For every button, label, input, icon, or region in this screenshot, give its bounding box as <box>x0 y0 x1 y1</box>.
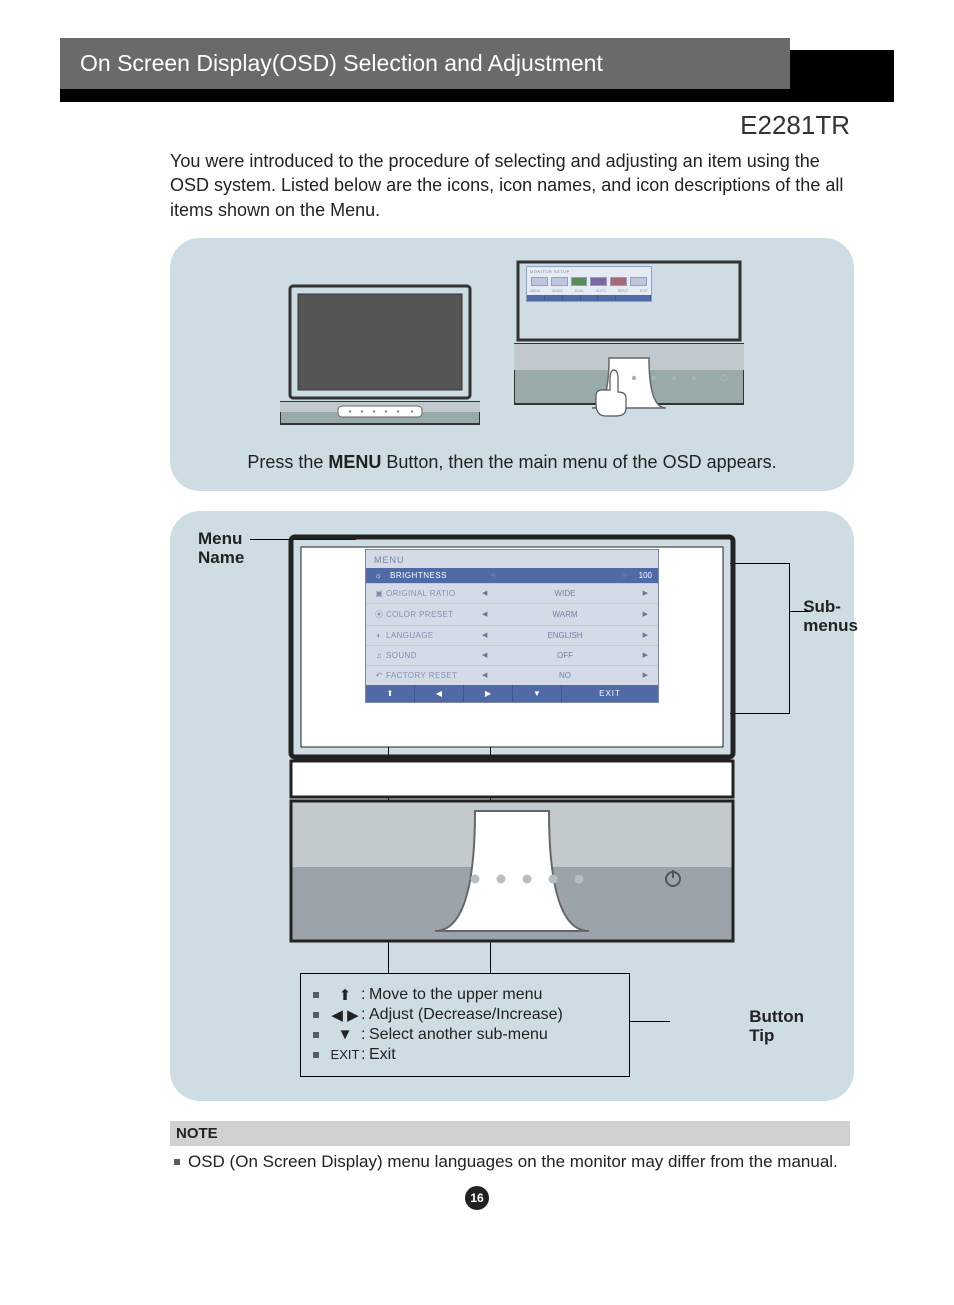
mini-osd-label: DUAL <box>575 289 584 293</box>
button-tip-box: ⬆ : Move to the upper menu ◀ ▶ : Adjust … <box>300 973 630 1077</box>
tip-row: EXIT : Exit <box>313 1046 617 1064</box>
monitor-illustration-zoom: MONITOR SETUP MENU MODE DUAL AUTO INPUT … <box>514 258 744 438</box>
page-number: 16 <box>465 1186 489 1210</box>
left-icon: ◀ <box>415 685 464 702</box>
up-icon: ⬆ <box>366 685 415 702</box>
osd-row: ♫ SOUND ◀OFF▶ <box>366 645 658 665</box>
tip-row: ⬆ : Move to the upper menu <box>313 986 617 1004</box>
mini-osd-label: MODE <box>552 289 563 293</box>
note-section: NOTE OSD (On Screen Display) menu langua… <box>170 1121 850 1172</box>
bullet-icon <box>174 1159 180 1165</box>
mini-osd-label: EXIT <box>640 289 648 293</box>
osd-menu: MENU ☼ BRIGHTNESS ◀ ▶ 100 ▣ ORIGINAL RAT… <box>365 549 659 703</box>
monitor-illustration-large: MENU ☼ BRIGHTNESS ◀ ▶ 100 ▣ ORIGINAL RAT… <box>285 531 739 976</box>
osd-row: ⦿ COLOR PRESET ◀WARM▶ <box>366 603 658 625</box>
panel-press-menu: MONITOR SETUP MENU MODE DUAL AUTO INPUT … <box>170 238 854 491</box>
panel1-caption: Press the MENU Button, then the main men… <box>194 452 830 473</box>
header-blackbar: On Screen Display(OSD) Selection and Adj… <box>60 50 894 102</box>
mini-osd-title: MONITOR SETUP <box>527 267 651 275</box>
down-icon: ▼ <box>513 685 562 702</box>
bullet-icon <box>313 1032 319 1038</box>
exit-label: EXIT <box>329 1047 361 1062</box>
tip-text: Exit <box>369 1046 617 1064</box>
page-title: On Screen Display(OSD) Selection and Adj… <box>60 38 790 89</box>
note-title: NOTE <box>170 1121 850 1146</box>
osd-navbar: ⬆ ◀ ▶ ▼ EXIT <box>366 685 658 702</box>
osd-row: ▣ ORIGINAL RATIO ◀WIDE▶ <box>366 583 658 603</box>
right-icon: ▶ <box>464 685 513 702</box>
mini-osd-label: INPUT <box>618 289 629 293</box>
tip-row: ◀ ▶ : Adjust (Decrease/Increase) <box>313 1006 617 1024</box>
tip-text: Move to the upper menu <box>369 986 617 1004</box>
monitor-illustration-small <box>280 278 480 438</box>
note-body-text: OSD (On Screen Display) menu languages o… <box>188 1152 838 1172</box>
panel-osd-diagram: Menu Name Sub- menus Button Tip <box>170 511 854 1101</box>
down-icon: ▼ <box>329 1026 361 1043</box>
osd-exit: EXIT <box>562 689 658 698</box>
callout-line <box>630 1021 670 1022</box>
osd-row: ↶ FACTORY RESET ◀NO▶ <box>366 665 658 685</box>
tip-text: Adjust (Decrease/Increase) <box>369 1006 617 1024</box>
osd-row-brightness: ☼ BRIGHTNESS ◀ ▶ 100 <box>366 568 658 583</box>
osd-title: MENU <box>366 550 658 568</box>
tip-row: ▼ : Select another sub-menu <box>313 1026 617 1044</box>
up-icon: ⬆ <box>329 986 361 1004</box>
bullet-icon <box>313 1052 319 1058</box>
bullet-icon <box>313 992 319 998</box>
model-number: E2281TR <box>60 110 850 141</box>
mini-osd-label: AUTO <box>596 289 606 293</box>
osd-row: ◐ LANGUAGE ◀ENGLISH▶ <box>366 625 658 645</box>
mini-osd-popup: MONITOR SETUP MENU MODE DUAL AUTO INPUT … <box>526 266 652 302</box>
mini-osd-label: MENU <box>530 289 540 293</box>
bullet-icon <box>313 1012 319 1018</box>
label-button-tip: Button Tip <box>749 1007 804 1046</box>
left-right-icon: ◀ ▶ <box>329 1006 361 1024</box>
tip-text: Select another sub-menu <box>369 1026 617 1044</box>
intro-text: You were introduced to the procedure of … <box>170 149 850 222</box>
